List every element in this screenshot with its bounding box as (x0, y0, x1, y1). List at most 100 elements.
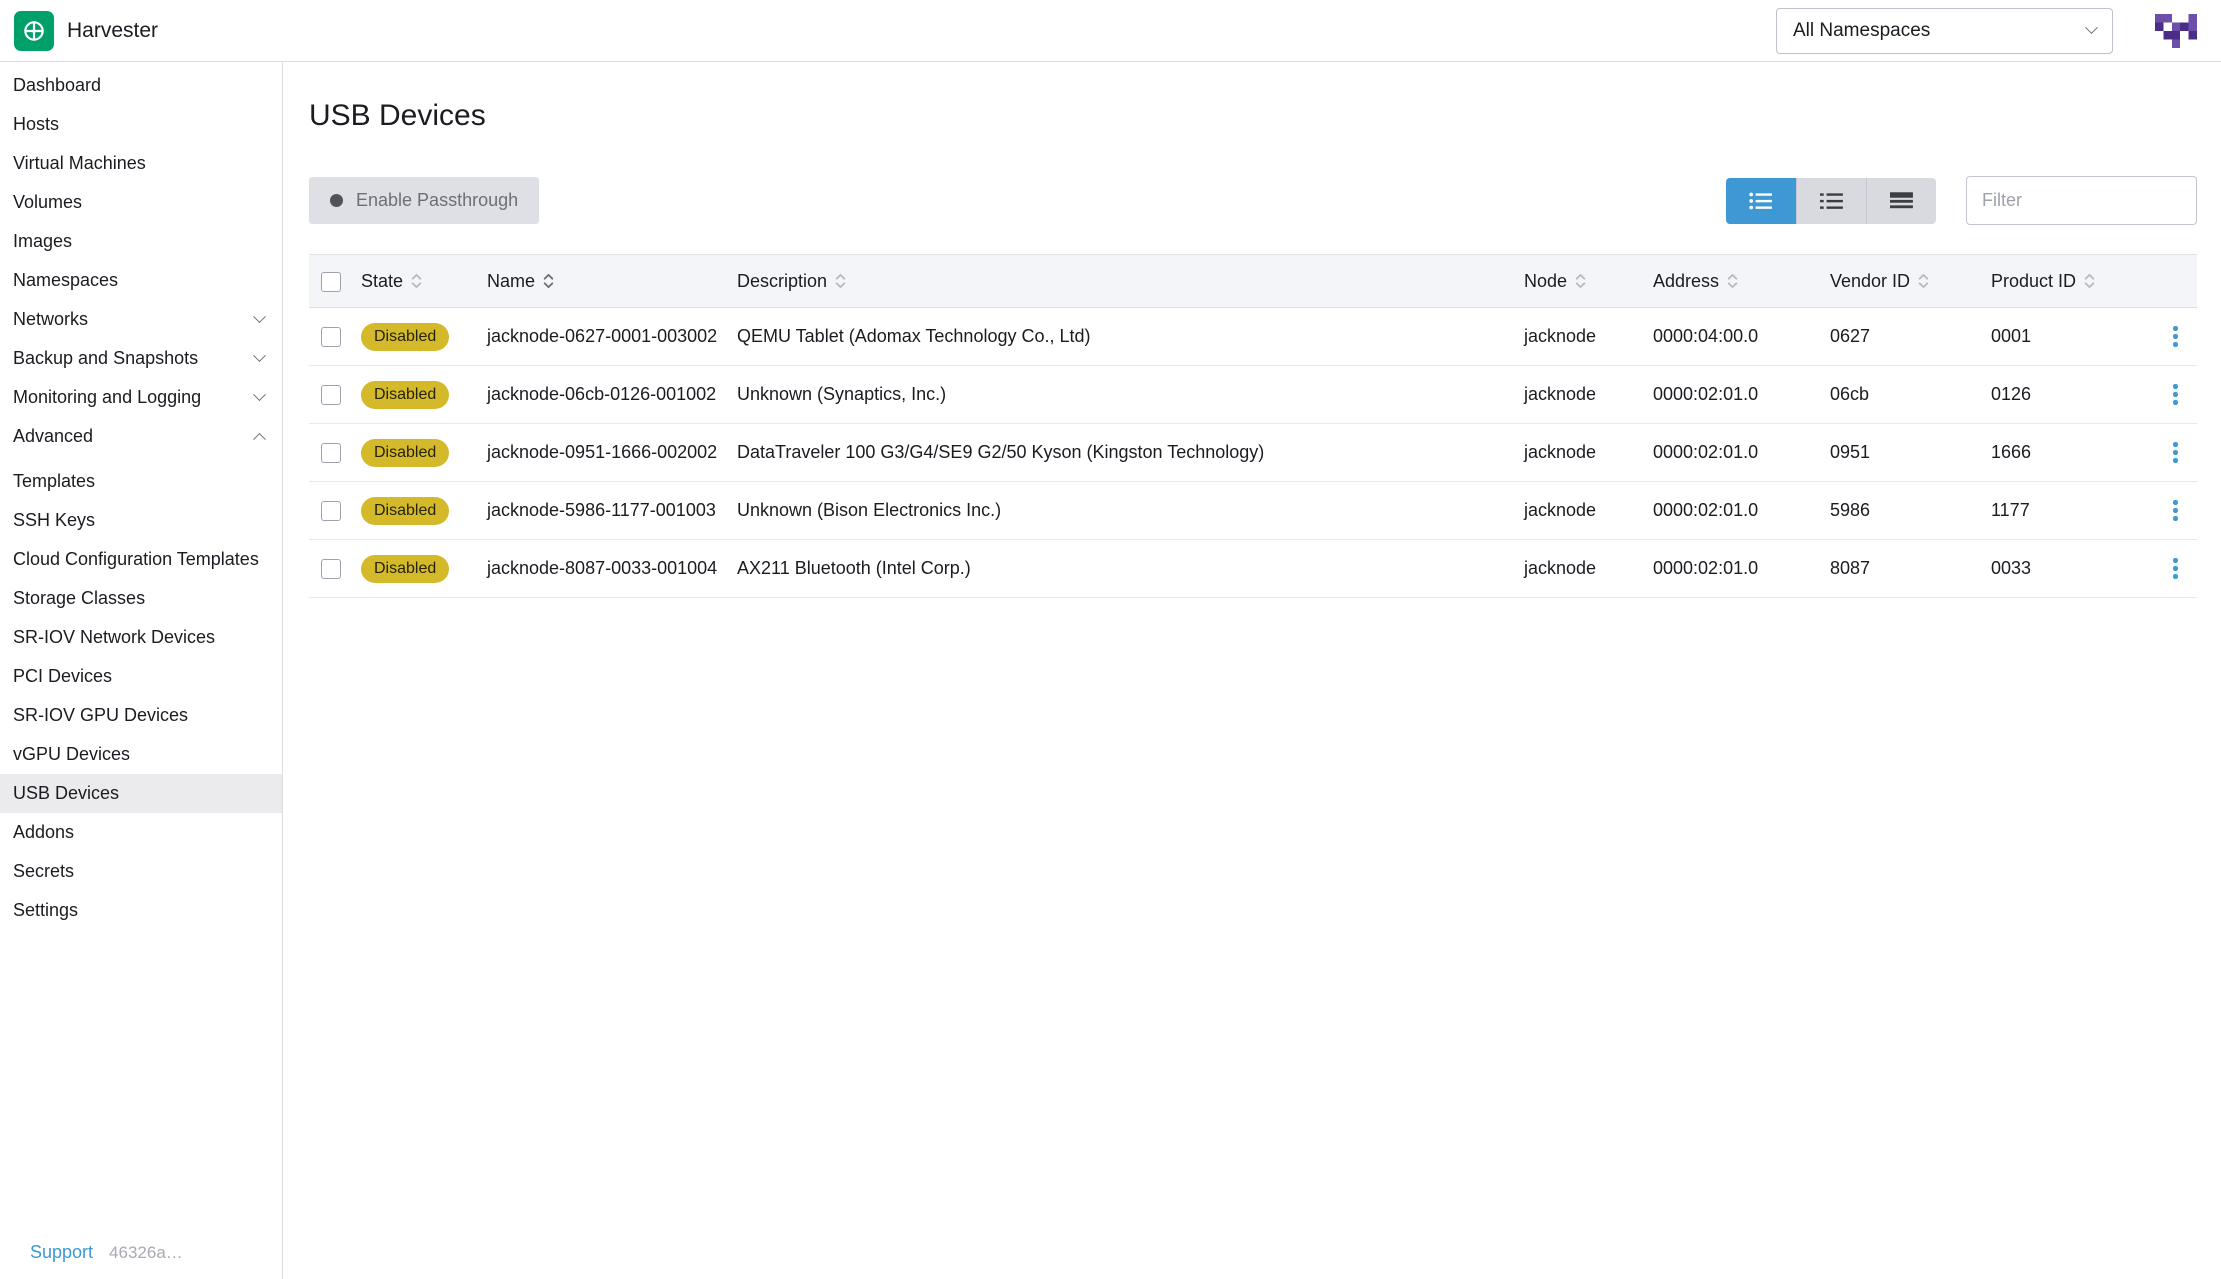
sidebar-item-settings[interactable]: Settings (0, 891, 282, 930)
sidebar-item-label: Addons (13, 822, 74, 843)
namespace-select[interactable]: All Namespaces (1776, 8, 2113, 54)
view-list-button[interactable] (1726, 178, 1796, 224)
enable-passthrough-button[interactable]: Enable Passthrough (309, 177, 539, 224)
version-text: 46326a… (109, 1243, 183, 1263)
sidebar-item-storage-classes[interactable]: Storage Classes (0, 579, 282, 618)
sidebar-item-advanced[interactable]: Advanced (0, 417, 282, 456)
row-select-cell (309, 366, 353, 424)
col-header-label: Vendor ID (1830, 271, 1910, 292)
header-right: All Namespaces (1776, 8, 2197, 54)
sidebar-item-label: Images (13, 231, 72, 252)
sidebar-item-cloud-configuration-templates[interactable]: Cloud Configuration Templates (0, 540, 282, 579)
row-actions-button[interactable] (2167, 436, 2184, 469)
row-actions-button[interactable] (2167, 494, 2184, 527)
col-header-label: Name (487, 271, 535, 292)
sidebar-footer: Support 46326a… (30, 1242, 183, 1263)
row-checkbox[interactable] (321, 559, 341, 579)
table-row: Disabled jacknode-8087-0033-001004AX211 B… (309, 540, 2197, 598)
sidebar-item-backup-and-snapshots[interactable]: Backup and Snapshots (0, 339, 282, 378)
description-cell: DataTraveler 100 G3/G4/SE9 G2/50 Kyson (… (729, 424, 1516, 482)
sidebar-item-hosts[interactable]: Hosts (0, 105, 282, 144)
col-header-address[interactable]: Address (1645, 255, 1822, 308)
state-cell: Disabled (353, 424, 479, 482)
node-cell: jacknode (1516, 540, 1645, 598)
row-actions-button[interactable] (2167, 378, 2184, 411)
sidebar-item-ssh-keys[interactable]: SSH Keys (0, 501, 282, 540)
product-id-cell: 1177 (1983, 482, 2154, 540)
row-actions-cell (2154, 424, 2197, 482)
sidebar-item-pci-devices[interactable]: PCI Devices (0, 657, 282, 696)
row-actions-button[interactable] (2167, 552, 2184, 585)
name-cell: jacknode-5986-1177-001003 (479, 482, 729, 540)
row-actions-cell (2154, 308, 2197, 366)
main-content: USB Devices Enable Passthrough (283, 62, 2221, 1279)
view-compact-button[interactable] (1796, 178, 1866, 224)
sort-icon (410, 272, 423, 290)
sidebar-item-label: Dashboard (13, 75, 101, 96)
name-cell: jacknode-0951-1666-002002 (479, 424, 729, 482)
sidebar-item-volumes[interactable]: Volumes (0, 183, 282, 222)
brand: Harvester (14, 11, 158, 51)
vendor-id-cell: 0627 (1822, 308, 1983, 366)
list-flat-icon (1820, 192, 1844, 210)
view-table-button[interactable] (1866, 178, 1936, 224)
sidebar-item-monitoring-and-logging[interactable]: Monitoring and Logging (0, 378, 282, 417)
harvester-logo-icon[interactable] (14, 11, 54, 51)
user-avatar-identicon[interactable] (2155, 11, 2197, 51)
col-header-description[interactable]: Description (729, 255, 1516, 308)
row-actions-cell (2154, 482, 2197, 540)
col-header-vendor-id[interactable]: Vendor ID (1822, 255, 1983, 308)
name-cell: jacknode-8087-0033-001004 (479, 540, 729, 598)
state-cell: Disabled (353, 482, 479, 540)
toolbar: Enable Passthrough (309, 176, 2197, 225)
col-header-label: State (361, 271, 403, 292)
sidebar-item-templates[interactable]: Templates (0, 462, 282, 501)
select-all-checkbox[interactable] (321, 272, 341, 292)
row-actions-button[interactable] (2167, 320, 2184, 353)
table-row: Disabledjacknode-5986-1177-001003Unknown… (309, 482, 2197, 540)
filter-input[interactable] (1966, 176, 2197, 225)
sidebar-item-secrets[interactable]: Secrets (0, 852, 282, 891)
sidebar-item-label: Secrets (13, 861, 74, 882)
col-header-node[interactable]: Node (1516, 255, 1645, 308)
row-checkbox[interactable] (321, 385, 341, 405)
col-header-product-id[interactable]: Product ID (1983, 255, 2154, 308)
row-checkbox[interactable] (321, 443, 341, 463)
sidebar-item-networks[interactable]: Networks (0, 300, 282, 339)
vendor-id-cell: 5986 (1822, 482, 1983, 540)
table-rows-icon (1890, 192, 1914, 210)
table-head-row: State Name DescriptionNodeAddress Vendor ID… (309, 255, 2197, 308)
sidebar-item-label: Virtual Machines (13, 153, 146, 174)
namespace-select-value: All Namespaces (1793, 20, 1930, 42)
description-cell: AX211 Bluetooth (Intel Corp.) (729, 540, 1516, 598)
sidebar-item-virtual-machines[interactable]: Virtual Machines (0, 144, 282, 183)
col-header-state[interactable]: State (353, 255, 479, 308)
sidebar-item-namespaces[interactable]: Namespaces (0, 261, 282, 300)
state-badge: Disabled (361, 555, 449, 583)
support-link[interactable]: Support (30, 1242, 93, 1263)
sidebar-item-vgpu-devices[interactable]: vGPU Devices (0, 735, 282, 774)
state-cell: Disabled (353, 366, 479, 424)
sidebar-item-addons[interactable]: Addons (0, 813, 282, 852)
row-checkbox[interactable] (321, 327, 341, 347)
col-header-name[interactable]: Name (479, 255, 729, 308)
sidebar-item-label: USB Devices (13, 783, 119, 804)
sidebar-item-dashboard[interactable]: Dashboard (0, 66, 282, 105)
sidebar-item-sr-iov-gpu-devices[interactable]: SR-IOV GPU Devices (0, 696, 282, 735)
chevron-down-icon (253, 388, 266, 401)
app-title: Harvester (67, 19, 158, 43)
chevron-up-icon (253, 433, 266, 446)
row-checkbox[interactable] (321, 501, 341, 521)
chevron-down-icon (253, 349, 266, 362)
toolbar-right (1726, 176, 2197, 225)
product-id-cell: 0001 (1983, 308, 2154, 366)
row-select-cell (309, 482, 353, 540)
sidebar-item-sr-iov-network-devices[interactable]: SR-IOV Network Devices (0, 618, 282, 657)
sidebar-item-images[interactable]: Images (0, 222, 282, 261)
product-id-cell: 0126 (1983, 366, 2154, 424)
sidebar-nav: Dashboard Hosts Virtual Machines Volumes Ima… (0, 66, 282, 930)
sidebar-item-usb-devices[interactable]: USB Devices (0, 774, 282, 813)
address-cell: 0000:02:01.0 (1645, 482, 1822, 540)
sidebar-item-label: Cloud Configuration Templates (13, 549, 259, 570)
product-id-cell: 0033 (1983, 540, 2154, 598)
